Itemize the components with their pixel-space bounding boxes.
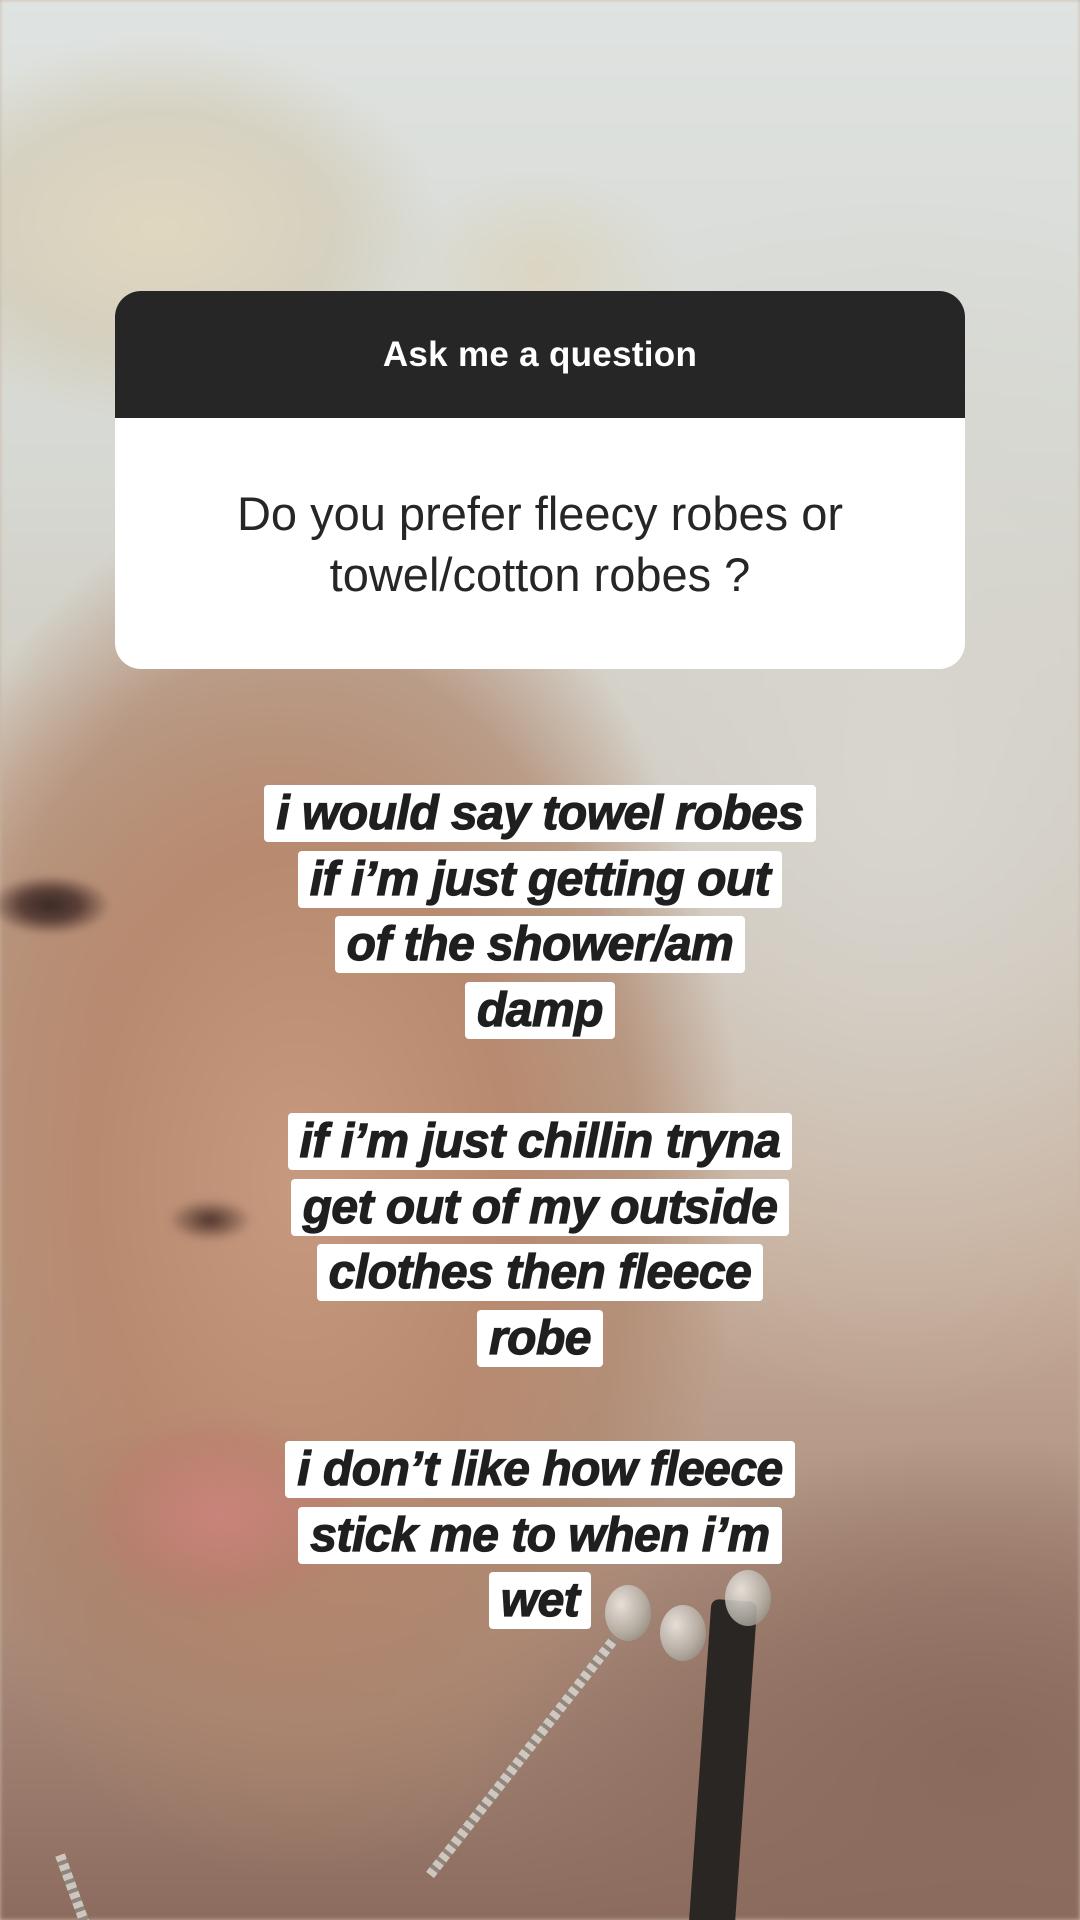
answer-line: damp <box>464 981 615 1039</box>
sticker-question: Do you prefer fleecy robes or towel/cott… <box>237 483 843 605</box>
answer-line: get out of my outside <box>290 1178 790 1236</box>
answer-line: stick me to when i’m <box>298 1506 782 1564</box>
story-frame: Ask me a question Do you prefer fleecy r… <box>0 0 1080 1920</box>
sticker-title: Ask me a question <box>382 334 698 374</box>
sticker-header: Ask me a question <box>115 291 965 418</box>
answer-line: robe <box>476 1309 603 1367</box>
answer-paragraph: if i’m just chillin tryna get out of my … <box>0 1113 1080 1375</box>
answer-line: wet <box>488 1572 592 1629</box>
answer-line: clothes then fleece <box>316 1244 764 1301</box>
answer-line: i would say towel robes <box>264 785 816 842</box>
answer-line: of the shower/am <box>334 916 746 973</box>
answer-line: if i’m just chillin tryna <box>287 1113 793 1170</box>
answer-line: if i’m just getting out <box>297 850 783 908</box>
answer-text: i would say towel robes if i’m just gett… <box>0 785 1080 1704</box>
answer-paragraph: i don’t like how fleece stick me to when… <box>0 1441 1080 1638</box>
answer-paragraph: i would say towel robes if i’m just gett… <box>0 785 1080 1047</box>
answer-line: i don’t like how fleece <box>285 1441 795 1498</box>
question-line: Do you prefer fleecy robes or <box>236 486 844 540</box>
question-sticker: Ask me a question Do you prefer fleecy r… <box>115 291 965 669</box>
sticker-body: Do you prefer fleecy robes or towel/cott… <box>115 418 965 669</box>
question-line: towel/cotton robes ? <box>329 547 751 601</box>
